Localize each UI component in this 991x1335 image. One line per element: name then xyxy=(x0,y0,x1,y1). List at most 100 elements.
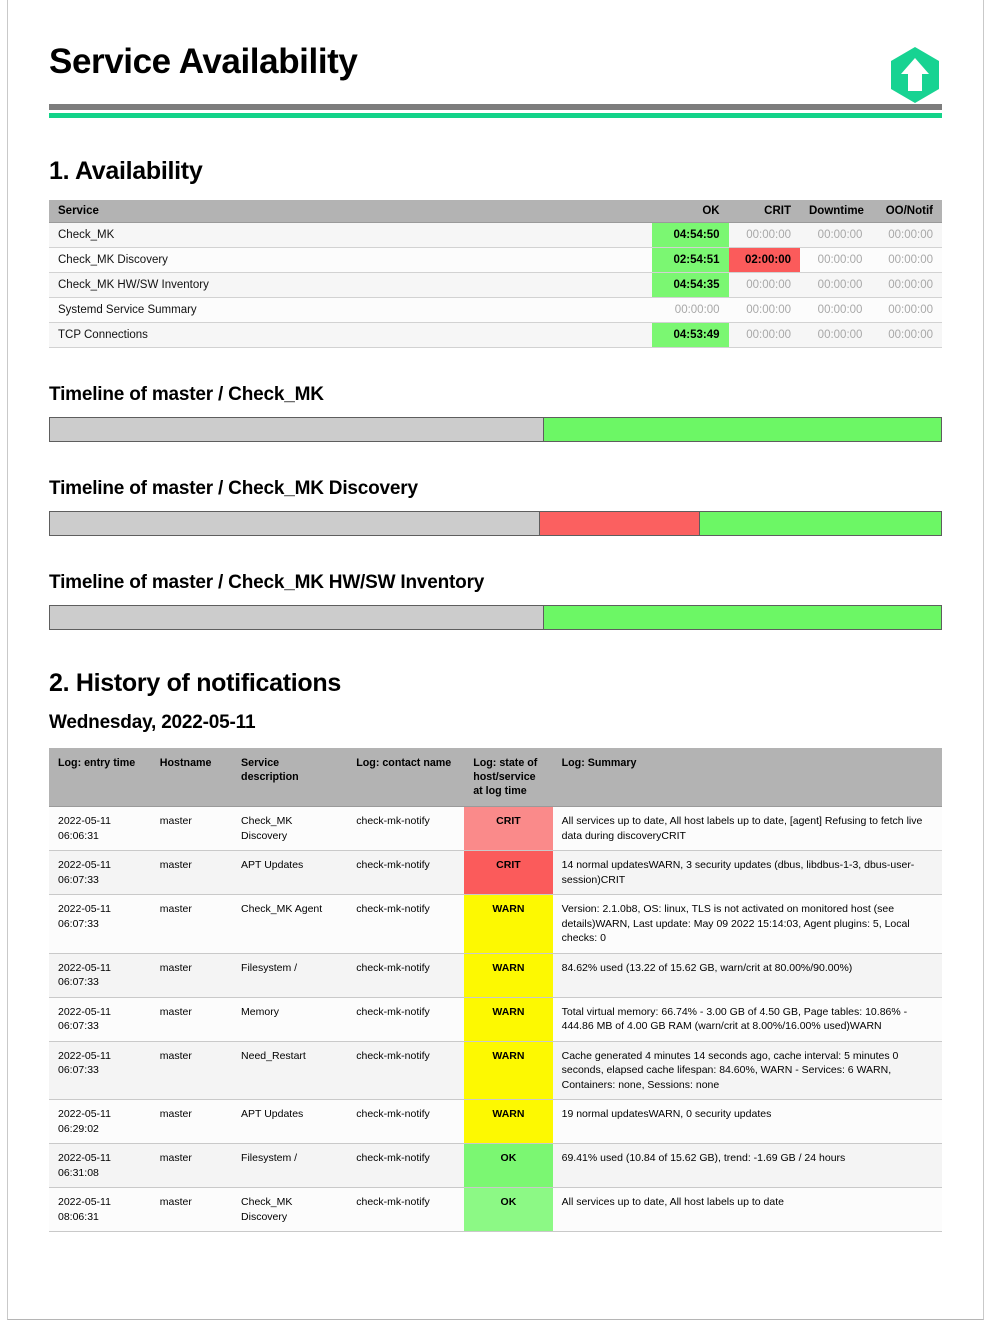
notification-entry-clock: 06:07:33 xyxy=(58,873,143,887)
notification-row: 2022-05-1106:07:33masterAPT Updatescheck… xyxy=(49,851,942,895)
notification-entry-time: 2022-05-1106:06:31 xyxy=(49,807,151,851)
section-1-heading: 1. Availability xyxy=(49,157,942,186)
notification-contact-name: check-mk-notify xyxy=(347,1188,464,1232)
timeline-segment-unmonitored[interactable] xyxy=(50,418,543,441)
notification-summary: 69.41% used (10.84 of 15.62 GB), trend: … xyxy=(553,1144,942,1188)
notification-summary: 14 normal updatesWARN, 3 security update… xyxy=(553,851,942,895)
notification-contact-name: check-mk-notify xyxy=(347,953,464,997)
availability-ok-duration: 04:54:50 xyxy=(652,223,729,248)
timeline-block: Timeline of master / Check_MK Discovery xyxy=(49,478,942,536)
notification-entry-date: 2022-05-11 xyxy=(58,902,143,916)
section-2-heading: 2. History of notifications xyxy=(49,669,942,698)
availability-ok-duration: 04:53:49 xyxy=(652,323,729,348)
col-header-ok: OK xyxy=(652,200,729,223)
notification-state-badge: OK xyxy=(464,1188,552,1232)
notification-state-badge: CRIT xyxy=(464,851,552,895)
availability-service-name: Check_MK Discovery xyxy=(49,248,652,273)
availability-crit-duration: 02:00:00 xyxy=(729,248,800,273)
timeline-segment-ok[interactable] xyxy=(543,418,941,441)
timeline-title: Timeline of master / Check_MK HW/SW Inve… xyxy=(49,572,942,594)
availability-row: Systemd Service Summary00:00:0000:00:000… xyxy=(49,298,942,323)
notification-service-description: Need_Restart xyxy=(232,1041,347,1099)
col-header-service: Service xyxy=(49,200,652,223)
col-header-log-contact-name: Log: contact name xyxy=(347,748,464,807)
notification-service-description: APT Updates xyxy=(232,1100,347,1144)
notification-state-badge: WARN xyxy=(464,1100,552,1144)
col-header-log-summary: Log: Summary xyxy=(553,748,942,807)
notification-contact-name: check-mk-notify xyxy=(347,1100,464,1144)
availability-row: Check_MK Discovery02:54:5102:00:00 00:00:… xyxy=(49,248,942,273)
notification-entry-time: 2022-05-1106:07:33 xyxy=(49,895,151,953)
notifications-table: Log: entry time Hostname Service descrip… xyxy=(49,748,942,1232)
notification-service-description: Check_MK Discovery xyxy=(232,1188,347,1232)
notification-row: 2022-05-1106:29:02masterAPT Updatescheck… xyxy=(49,1100,942,1144)
notification-service-description: Filesystem / xyxy=(232,1144,347,1188)
notification-contact-name: check-mk-notify xyxy=(347,895,464,953)
timeline-segment-unmonitored[interactable] xyxy=(50,606,543,629)
col-header-service-description: Service description xyxy=(232,748,347,807)
timeline-segment-unmonitored[interactable] xyxy=(50,512,539,535)
header-rule-grey xyxy=(49,104,942,110)
notification-entry-time: 2022-05-1106:07:33 xyxy=(49,997,151,1041)
availability-downtime-duration: 00:00:00 xyxy=(800,298,871,323)
timeline-block: Timeline of master / Check_MK HW/SW Inve… xyxy=(49,572,942,630)
notification-summary: Version: 2.1.0b8, OS: linux, TLS is not … xyxy=(553,895,942,953)
notifications-table-header-row: Log: entry time Hostname Service descrip… xyxy=(49,748,942,807)
notification-row: 2022-05-1106:06:31masterCheck_MK Discove… xyxy=(49,807,942,851)
report-page: Service Availability 1. Availability Ser… xyxy=(7,0,984,1320)
notification-state-badge: OK xyxy=(464,1144,552,1188)
timeline-segment-ok[interactable] xyxy=(543,606,941,629)
notification-entry-time: 2022-05-1106:07:33 xyxy=(49,851,151,895)
notification-hostname: master xyxy=(151,953,232,997)
section-2-subheading: Wednesday, 2022-05-11 xyxy=(49,712,942,734)
timeline-bar[interactable] xyxy=(49,417,942,442)
timeline-title: Timeline of master / Check_MK xyxy=(49,384,942,406)
notification-row: 2022-05-1106:07:33masterMemorycheck-mk-n… xyxy=(49,997,942,1041)
notification-contact-name: check-mk-notify xyxy=(347,851,464,895)
notification-entry-clock: 06:31:08 xyxy=(58,1166,143,1180)
notification-entry-clock: 06:07:33 xyxy=(58,1063,143,1077)
notification-service-description: Memory xyxy=(232,997,347,1041)
timeline-block: Timeline of master / Check_MK xyxy=(49,384,942,442)
notification-row: 2022-05-1106:07:33masterNeed_Restartchec… xyxy=(49,1041,942,1099)
availability-ok-duration: 04:54:35 xyxy=(652,273,729,298)
notification-state-badge: WARN xyxy=(464,895,552,953)
notification-entry-date: 2022-05-11 xyxy=(58,1195,143,1209)
availability-service-name: TCP Connections xyxy=(49,323,652,348)
availability-service-name: Check_MK HW/SW Inventory xyxy=(49,273,652,298)
availability-oonotif-duration: 00:00:00 xyxy=(871,273,942,298)
notification-entry-time: 2022-05-1106:07:33 xyxy=(49,1041,151,1099)
availability-row: Check_MK04:54:5000:00:0000:00:0000:00:00 xyxy=(49,223,942,248)
header-rule-green xyxy=(49,113,942,118)
availability-oonotif-duration: 00:00:00 xyxy=(871,323,942,348)
notification-state-badge: WARN xyxy=(464,997,552,1041)
notification-entry-clock: 08:06:31 xyxy=(58,1210,143,1224)
availability-crit-duration: 00:00:00 xyxy=(729,273,800,298)
availability-service-name: Systemd Service Summary xyxy=(49,298,652,323)
timeline-segment-crit[interactable] xyxy=(539,512,698,535)
timeline-bar[interactable] xyxy=(49,511,942,536)
notification-service-description: Check_MK Agent xyxy=(232,895,347,953)
availability-oonotif-duration: 00:00:00 xyxy=(871,223,942,248)
notification-contact-name: check-mk-notify xyxy=(347,1144,464,1188)
notification-entry-time: 2022-05-1106:31:08 xyxy=(49,1144,151,1188)
notification-entry-clock: 06:07:33 xyxy=(58,917,143,931)
notification-summary: All services up to date, All host labels… xyxy=(553,807,942,851)
availability-crit-duration: 00:00:00 xyxy=(729,323,800,348)
notification-summary: Total virtual memory: 66.74% - 3.00 GB o… xyxy=(553,997,942,1041)
availability-crit-duration: 00:00:00 xyxy=(729,223,800,248)
notification-entry-clock: 06:07:33 xyxy=(58,1019,143,1033)
notification-entry-date: 2022-05-11 xyxy=(58,858,143,872)
availability-ok-duration: 02:54:51 xyxy=(652,248,729,273)
notification-entry-time: 2022-05-1108:06:31 xyxy=(49,1188,151,1232)
notification-entry-clock: 06:06:31 xyxy=(58,829,143,843)
availability-table-header-row: Service OK CRIT Downtime OO/Notif xyxy=(49,200,942,223)
notification-hostname: master xyxy=(151,997,232,1041)
col-header-downtime: Downtime xyxy=(800,200,871,223)
notification-entry-date: 2022-05-11 xyxy=(58,961,143,975)
availability-oonotif-duration: 00:00:00 xyxy=(871,248,942,273)
timeline-bar[interactable] xyxy=(49,605,942,630)
timeline-segment-ok[interactable] xyxy=(699,512,941,535)
notification-hostname: master xyxy=(151,895,232,953)
notification-entry-time: 2022-05-1106:07:33 xyxy=(49,953,151,997)
